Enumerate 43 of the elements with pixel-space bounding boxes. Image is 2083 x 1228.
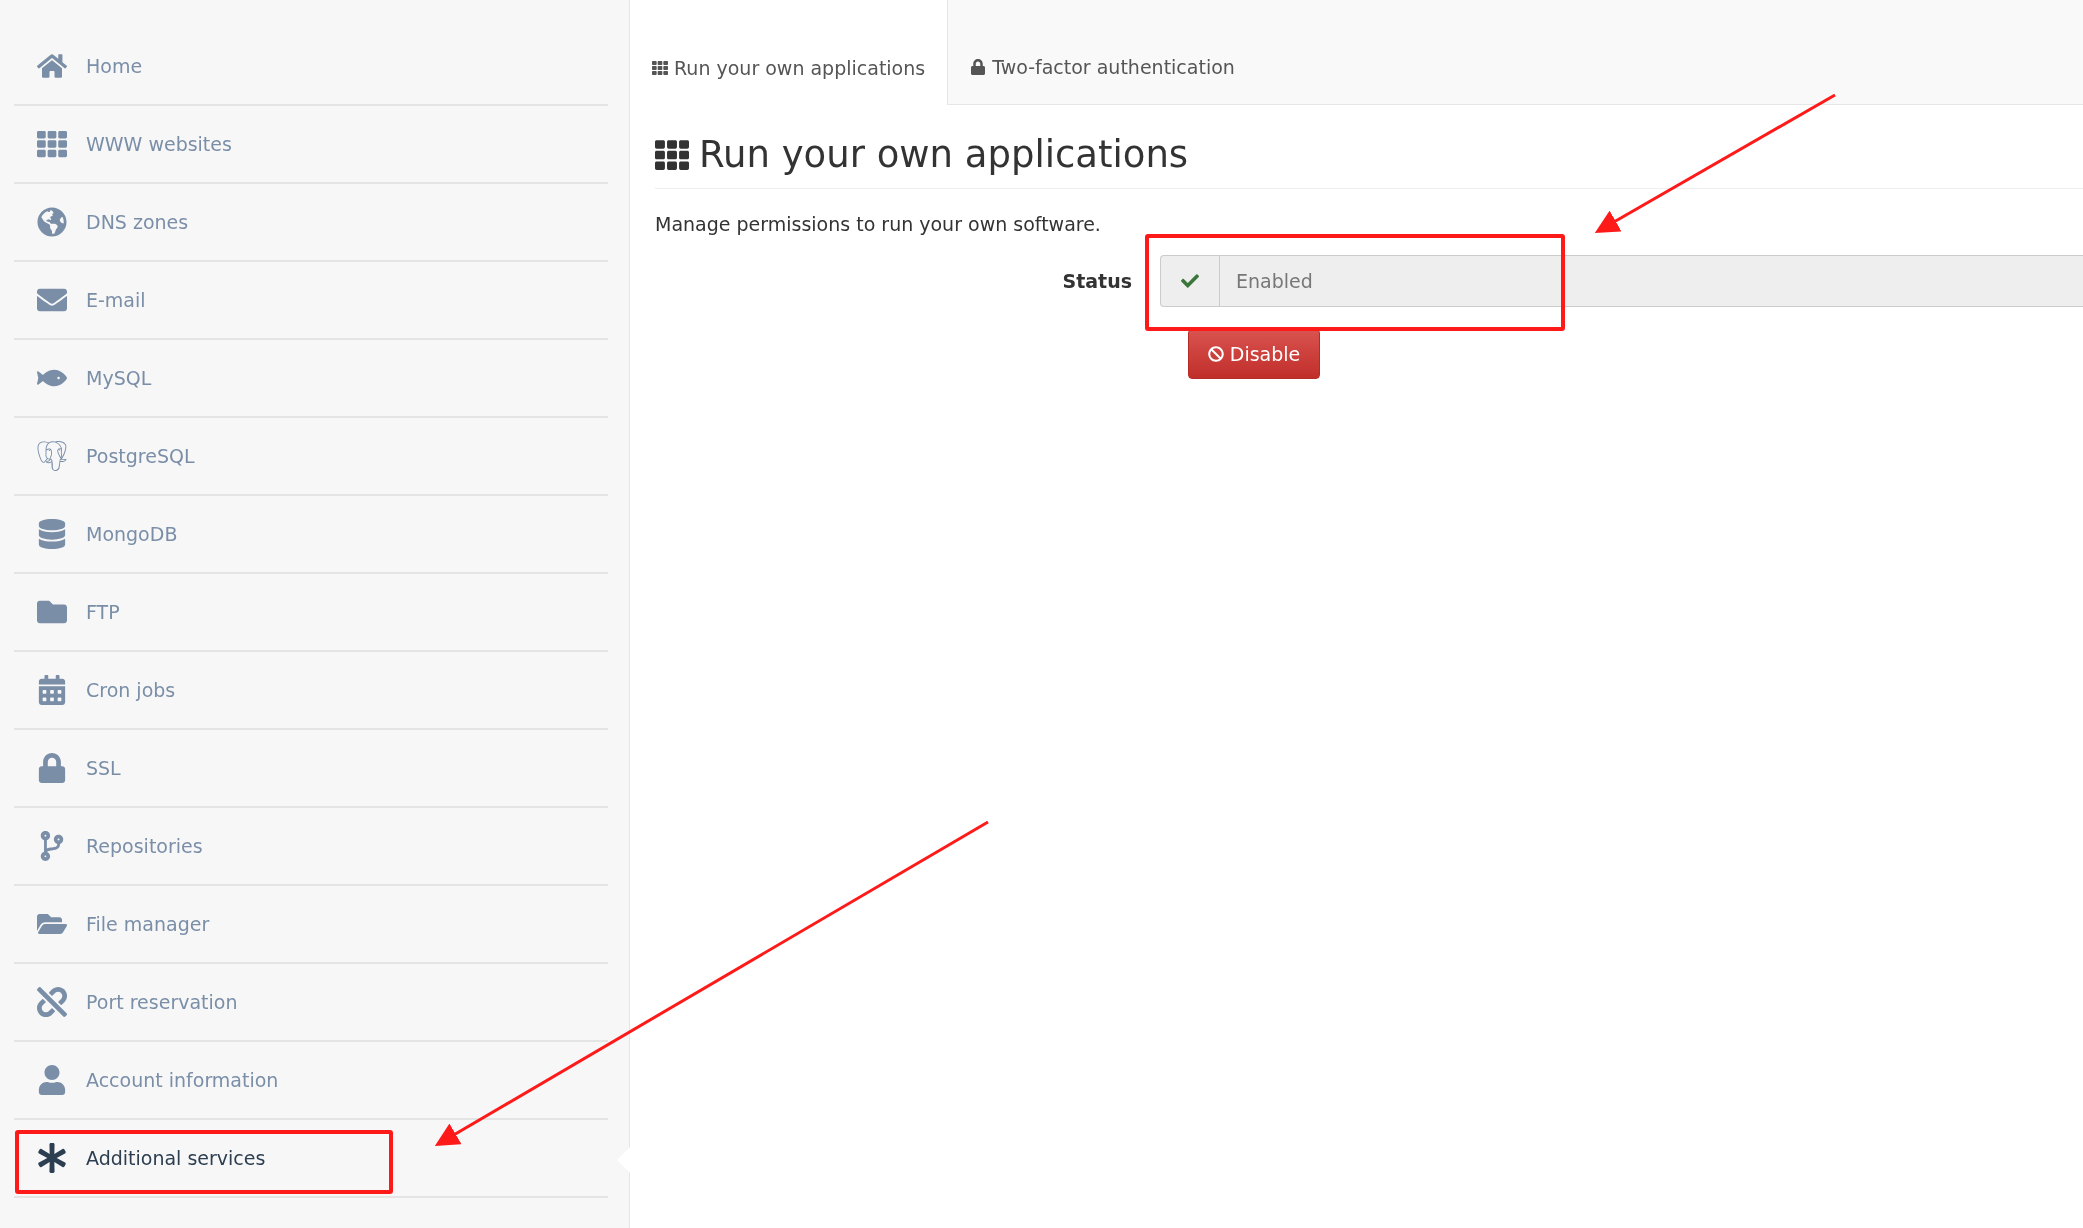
sidebar-item[interactable]: MySQL xyxy=(14,340,608,418)
sidebar-item-label: MongoDB xyxy=(86,523,178,545)
page-heading-text: Run your own applications xyxy=(699,133,1189,176)
sidebar-item-icon xyxy=(34,987,70,1017)
status-value: Enabled xyxy=(1235,269,1314,294)
sidebar-item-label: Repositories xyxy=(86,835,203,857)
sidebar-item[interactable]: Cron jobs xyxy=(14,652,608,730)
sidebar-item[interactable]: Port reservation xyxy=(14,964,608,1042)
sidebar-item[interactable]: FTP xyxy=(14,574,608,652)
sidebar-item[interactable]: Account information xyxy=(14,1042,608,1120)
sidebar-item[interactable]: Repositories xyxy=(14,808,608,886)
sidebar-item-icon xyxy=(34,51,70,81)
sidebar-item-label: WWW websites xyxy=(86,133,232,155)
sidebar-item[interactable]: DNS zones xyxy=(14,184,608,262)
sidebar-item-label: Account information xyxy=(86,1069,279,1091)
sidebar-item-label: DNS zones xyxy=(86,211,189,233)
sidebar-item-label: Additional services xyxy=(86,1147,266,1169)
sidebar-item-label: SSL xyxy=(86,757,121,779)
grid-icon xyxy=(655,137,689,172)
sidebar-item-label: File manager xyxy=(86,913,210,935)
sidebar-item[interactable]: SSL xyxy=(14,730,608,808)
sidebar-item-label: Cron jobs xyxy=(86,679,176,701)
sidebar-item-icon xyxy=(34,129,70,159)
sidebar-item[interactable]: PostgreSQL xyxy=(14,418,608,496)
tab[interactable]: Run your own applications xyxy=(630,0,949,105)
sidebar-item[interactable]: E-mail xyxy=(14,262,608,340)
sidebar-item-label: MySQL xyxy=(86,367,152,389)
sidebar-item[interactable]: WWW websites xyxy=(14,106,608,184)
sidebar-item-label: Home xyxy=(86,55,143,77)
tab[interactable]: Two-factor authentication xyxy=(948,0,1257,104)
ban-icon xyxy=(1207,346,1224,362)
sidebar-item[interactable]: MongoDB xyxy=(14,496,608,574)
sidebar-item-label: Port reservation xyxy=(86,991,238,1013)
sidebar-item[interactable]: Home xyxy=(14,28,608,106)
sidebar-item-label: FTP xyxy=(86,601,120,623)
sidebar-item[interactable]: File manager xyxy=(14,886,608,964)
description: Manage permissions to run your own software. xyxy=(655,213,1102,235)
sidebar-item-label: E-mail xyxy=(86,289,146,311)
sidebar-item-label: PostgreSQL xyxy=(86,445,195,467)
status-label: Status xyxy=(1061,270,1133,292)
status-field[interactable]: Enabled xyxy=(1160,255,2083,307)
disable-button[interactable]: Disable xyxy=(1188,329,1320,379)
sidebar-item[interactable]: Additional services xyxy=(14,1120,608,1198)
